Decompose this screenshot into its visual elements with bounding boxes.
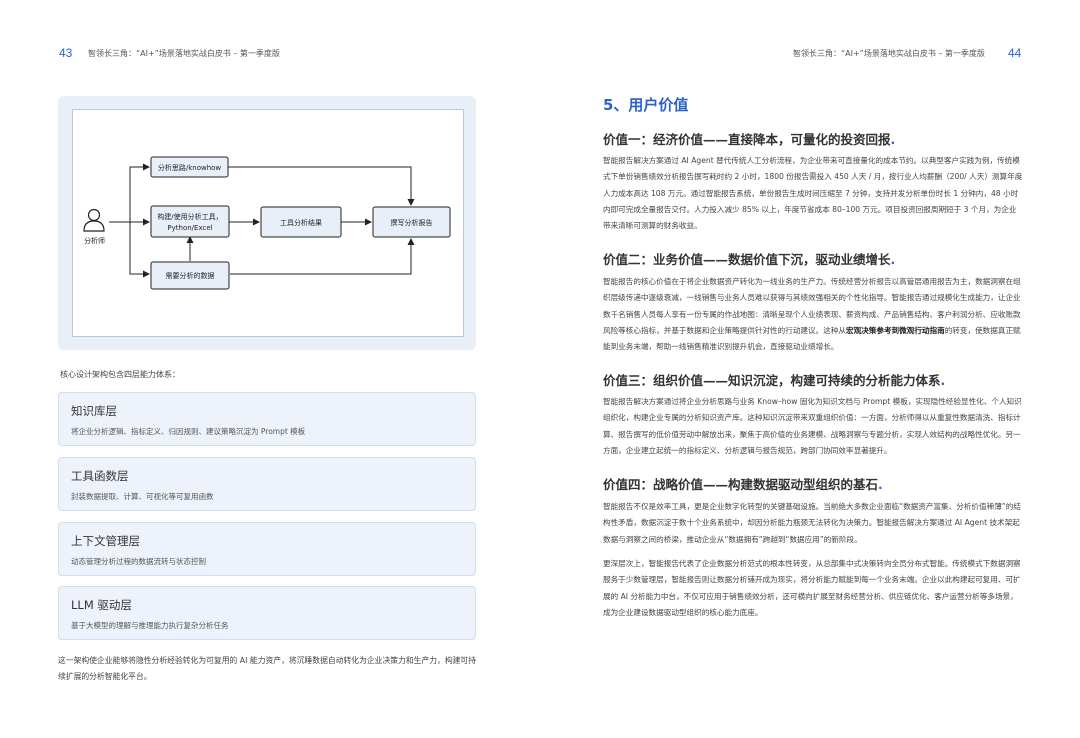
layer-card-tools: 工具函数层 封装数据提取、计算、可视化等可复用函数: [58, 457, 476, 511]
layer-card-llm: LLM 驱动层 基于大模型的理解与推理能力执行复杂分析任务: [58, 586, 476, 640]
layer-title: LLM 驱动层: [71, 598, 132, 612]
actor-label: 分析师: [84, 236, 105, 245]
page-number-right: 44: [1008, 46, 1022, 60]
svg-text:构建/使用分析工具，: 构建/使用分析工具，: [157, 212, 222, 221]
value-4-heading: 价值四：战略价值——构建数据驱动型组织的基石.: [603, 477, 883, 492]
analyst-person-icon: [83, 208, 105, 232]
node-report: 撰写分析报告: [372, 206, 451, 238]
svg-text:Python/Excel: Python/Excel: [167, 224, 212, 232]
section-title: 5、用户价值: [603, 96, 689, 114]
layer-title: 上下文管理层: [71, 534, 140, 548]
layer-title: 工具函数层: [71, 469, 129, 483]
architecture-summary: 这一架构使企业能够将隐性分析经验转化为可复用的 AI 能力资产，将沉睡数据自动转…: [58, 656, 477, 681]
layer-desc: 基于大模型的理解与推理能力执行复杂分析任务: [71, 621, 229, 630]
value-1-paragraph: 智能报告解决方案通过 AI Agent 替代传统人工分析流程，为企业带来可直接量…: [603, 156, 1023, 231]
layer-desc: 动态管理分析过程的数据流转与状态控制: [71, 557, 206, 566]
value-4-paragraph-1: 智能报告不仅是效率工具，更是企业数字化转型的关键基础设施。当前绝大多数企业面临“…: [603, 502, 1021, 544]
layer-desc: 将企业分析逻辑、指标定义、归因规则、建议策略沉淀为 Prompt 模板: [71, 427, 306, 436]
layer-card-knowledge: 知识库层 将企业分析逻辑、指标定义、归因规则、建议策略沉淀为 Prompt 模板: [58, 392, 476, 446]
architecture-caption: 核心设计架构包含四层能力体系：: [60, 370, 180, 379]
layer-title: 知识库层: [71, 404, 117, 418]
value-2-paragraph: 智能报告的核心价值在于将企业数据资产转化为一线业务的生产力。传统经营分析报告以高…: [603, 277, 1021, 352]
layer-card-context: 上下文管理层 动态管理分析过程的数据流转与状态控制: [58, 522, 476, 576]
svg-text:需要分析的数据: 需要分析的数据: [166, 271, 215, 280]
node-methods: 分析思路/knowhow: [150, 156, 229, 178]
node-result: 工具分析结果: [260, 206, 342, 238]
workflow-diagram: 分析师 分析思路/knowhow 构建/使用分析工具， Python/Excel…: [83, 156, 451, 290]
svg-text:分析思路/knowhow: 分析思路/knowhow: [158, 163, 222, 172]
svg-text:撰写分析报告: 撰写分析报告: [391, 218, 433, 227]
value-2-heading: 价值二：业务价值——数据价值下沉，驱动业绩增长.: [603, 252, 896, 267]
node-data: 需要分析的数据: [150, 261, 230, 290]
value-3-paragraph: 智能报告解决方案通过将企业分析思路与业务 Know–how 固化为知识文档与 P…: [603, 397, 1022, 455]
running-title-right: 智领长三角：“AI+”场景落地实战白皮书 – 第一季度版: [793, 49, 985, 58]
value-4-paragraph-2: 更深层次上，智能报告代表了企业数据分析范式的根本性转变，从总部集中式决策转向全员…: [603, 559, 1021, 617]
node-tools: 构建/使用分析工具， Python/Excel: [150, 205, 230, 238]
value-1-heading: 价值一：经济价值——直接降本，可量化的投资回报.: [603, 132, 896, 147]
svg-text:工具分析结果: 工具分析结果: [280, 218, 322, 227]
running-title-left: 智领长三角：“AI+”场景落地实战白皮书 – 第一季度版: [88, 49, 280, 58]
value-3-heading: 价值三：组织价值——知识沉淀，构建可持续的分析能力体系.: [603, 373, 946, 388]
emphasis-text: 宏观决策参考到微观行动指南: [846, 325, 945, 335]
layer-desc: 封装数据提取、计算、可视化等可复用函数: [71, 492, 214, 501]
page-number-left: 43: [59, 46, 73, 60]
